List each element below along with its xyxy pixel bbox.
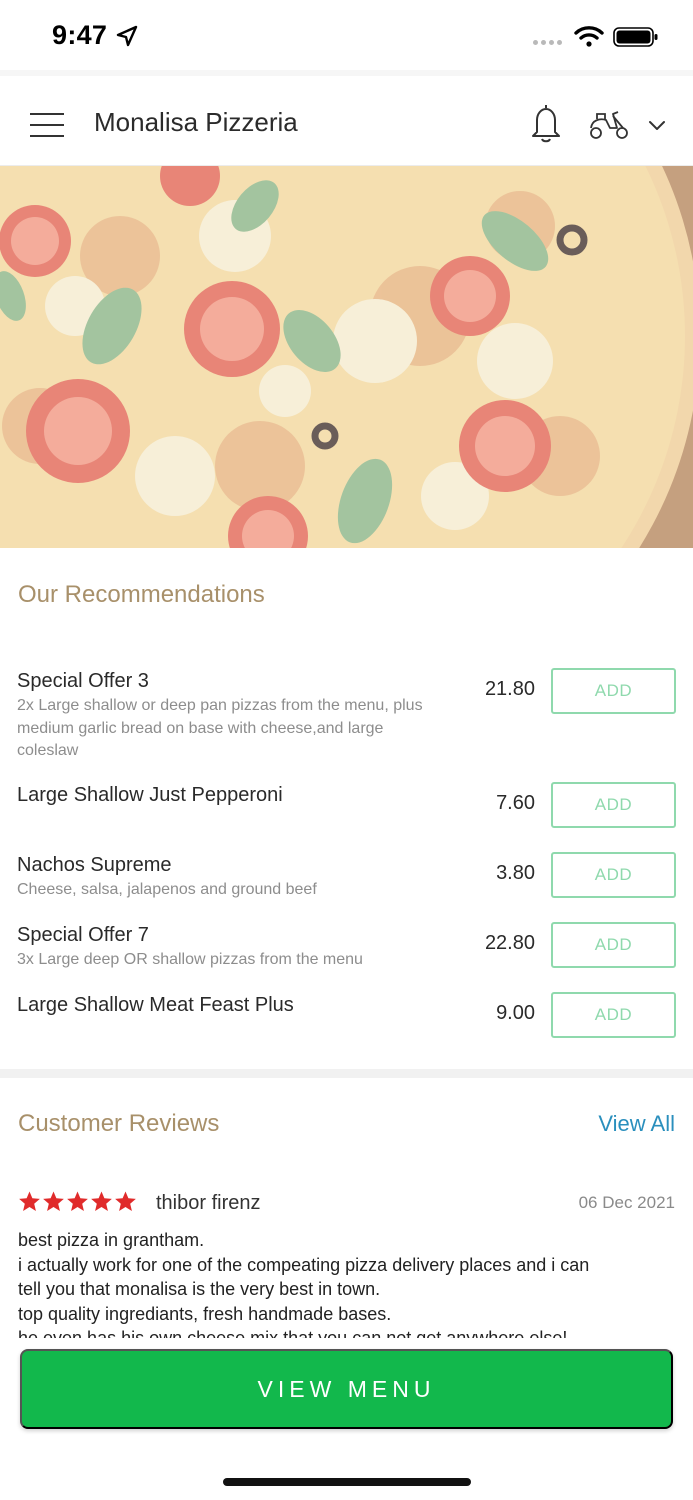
view-all-reviews-link[interactable]: View All (598, 1111, 675, 1137)
app-header: Monalisa Pizzeria (0, 70, 693, 166)
item-description: 2x Large shallow or deep pan pizzas from… (17, 697, 423, 759)
star-icon (43, 1191, 64, 1211)
reviewer-name: thibor firenz (156, 1192, 261, 1214)
star-icon (19, 1191, 40, 1211)
home-indicator (223, 1478, 471, 1486)
view-menu-button[interactable]: VIEW MENU (20, 1349, 673, 1429)
star-icon (115, 1191, 136, 1211)
section-divider (0, 1069, 693, 1078)
recommendations-title: Our Recommendations (18, 581, 265, 608)
add-button[interactable]: ADD (551, 922, 676, 968)
review-text: best pizza in grantham. i actually work … (18, 1230, 590, 1338)
rating-stars (18, 1190, 137, 1213)
page-title: Monalisa Pizzeria (94, 107, 298, 137)
item-description: Cheese, salsa, jalapenos and ground beef (17, 881, 317, 898)
location-arrow-icon (116, 25, 138, 47)
item-price: 22.80 (484, 932, 535, 954)
item-description: 3x Large deep OR shallow pizzas from the… (17, 951, 363, 968)
hamburger-menu-icon[interactable] (30, 113, 64, 137)
battery-icon (613, 27, 658, 47)
add-button[interactable]: ADD (551, 992, 676, 1038)
hero-pizza-image (0, 166, 693, 548)
review-date: 06 Dec 2021 (578, 1193, 675, 1212)
wifi-icon (574, 26, 604, 47)
scooter-icon[interactable] (588, 106, 630, 142)
item-name: Nachos Supreme (17, 854, 172, 876)
item-name: Large Shallow Just Pepperoni (17, 784, 283, 806)
reviews-title: Customer Reviews (18, 1110, 220, 1137)
add-button[interactable]: ADD (551, 782, 676, 828)
status-bar: 9:47 (0, 0, 693, 70)
add-button[interactable]: ADD (551, 668, 676, 714)
chevron-down-icon[interactable] (647, 118, 667, 132)
item-name: Large Shallow Meat Feast Plus (17, 994, 294, 1016)
star-icon (67, 1191, 88, 1211)
item-price: 21.80 (484, 678, 535, 700)
bell-icon[interactable] (527, 102, 565, 144)
star-icon (91, 1191, 112, 1211)
item-name: Special Offer 7 (17, 924, 149, 946)
add-button[interactable]: ADD (551, 852, 676, 898)
item-price: 3.80 (496, 862, 535, 884)
item-price: 7.60 (496, 792, 535, 814)
cellular-signal-icon (533, 40, 562, 45)
item-name: Special Offer 3 (17, 670, 149, 692)
status-time: 9:47 (52, 20, 108, 50)
item-price: 9.00 (496, 1002, 535, 1024)
